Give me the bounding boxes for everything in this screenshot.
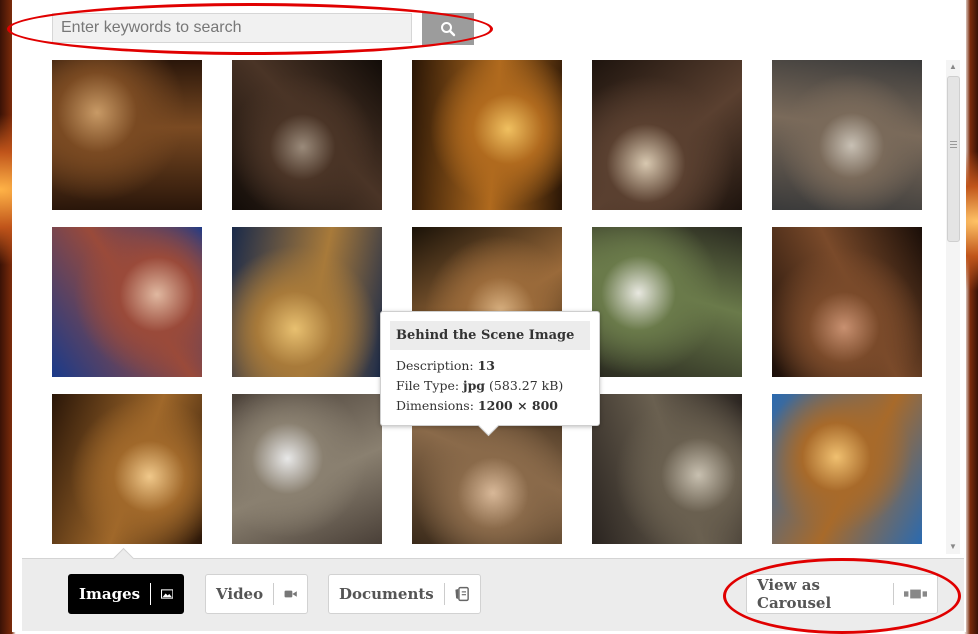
filesize-value: (583.27 kB) <box>489 378 564 393</box>
carousel-icon <box>903 589 927 599</box>
tab-video[interactable]: Video <box>205 574 308 614</box>
tooltip-title: Behind the Scene Image <box>390 321 590 350</box>
tooltip-filetype: File Type: jpg (583.27 kB) <box>396 376 599 396</box>
gallery-thumbnail[interactable] <box>412 60 562 210</box>
image-icon <box>160 589 173 599</box>
gallery-thumbnail[interactable] <box>772 60 922 210</box>
gallery-thumbnail[interactable] <box>232 227 382 377</box>
image-tooltip: Behind the Scene Image Description: 13 F… <box>380 311 600 437</box>
gallery-thumbnail[interactable] <box>232 394 382 544</box>
view-as-carousel-button[interactable]: View as Carousel <box>746 574 938 614</box>
gallery-thumbnail[interactable] <box>52 227 202 377</box>
gallery-thumbnail[interactable] <box>592 394 742 544</box>
search-input[interactable] <box>52 13 412 43</box>
tab-documents[interactable]: Documents <box>328 574 481 614</box>
scroll-up-arrow-icon[interactable]: ▲ <box>946 60 960 74</box>
tab-images-label: Images <box>79 585 141 603</box>
description-label: Description: <box>396 358 474 373</box>
tab-images[interactable]: Images <box>68 574 184 614</box>
grip-icon <box>950 141 957 149</box>
search-bar <box>52 13 474 45</box>
gallery-thumbnail[interactable] <box>52 394 202 544</box>
gallery-thumbnail[interactable] <box>52 60 202 210</box>
dimensions-label: Dimensions: <box>396 398 474 413</box>
scroll-down-arrow-icon[interactable]: ▼ <box>946 540 960 554</box>
documents-icon <box>455 586 470 602</box>
search-button[interactable] <box>422 13 474 45</box>
tooltip-description: Description: 13 <box>396 356 599 376</box>
gallery-thumbnail[interactable] <box>232 60 382 210</box>
dimensions-value: 1200 × 800 <box>477 398 558 413</box>
image-grid <box>52 60 922 544</box>
search-icon <box>441 22 456 37</box>
scrollbar[interactable]: ▲ ▼ <box>946 60 960 554</box>
video-camera-icon <box>284 590 297 598</box>
scroll-thumb[interactable] <box>947 76 960 242</box>
filetype-label: File Type: <box>396 378 460 393</box>
description-value: 13 <box>477 358 496 373</box>
gallery-thumbnail[interactable] <box>592 227 742 377</box>
gallery-thumbnail[interactable] <box>772 394 922 544</box>
tab-documents-label: Documents <box>339 585 434 603</box>
tooltip-dimensions: Dimensions: 1200 × 800 <box>396 396 599 416</box>
carousel-label: View as Carousel <box>757 576 832 612</box>
gallery-thumbnail[interactable] <box>592 60 742 210</box>
tab-video-label: Video <box>216 585 264 603</box>
filetype-value: jpg <box>463 378 486 393</box>
gallery-thumbnail[interactable] <box>772 227 922 377</box>
media-type-bar: Images Video Documents View as Carousel <box>22 547 964 631</box>
